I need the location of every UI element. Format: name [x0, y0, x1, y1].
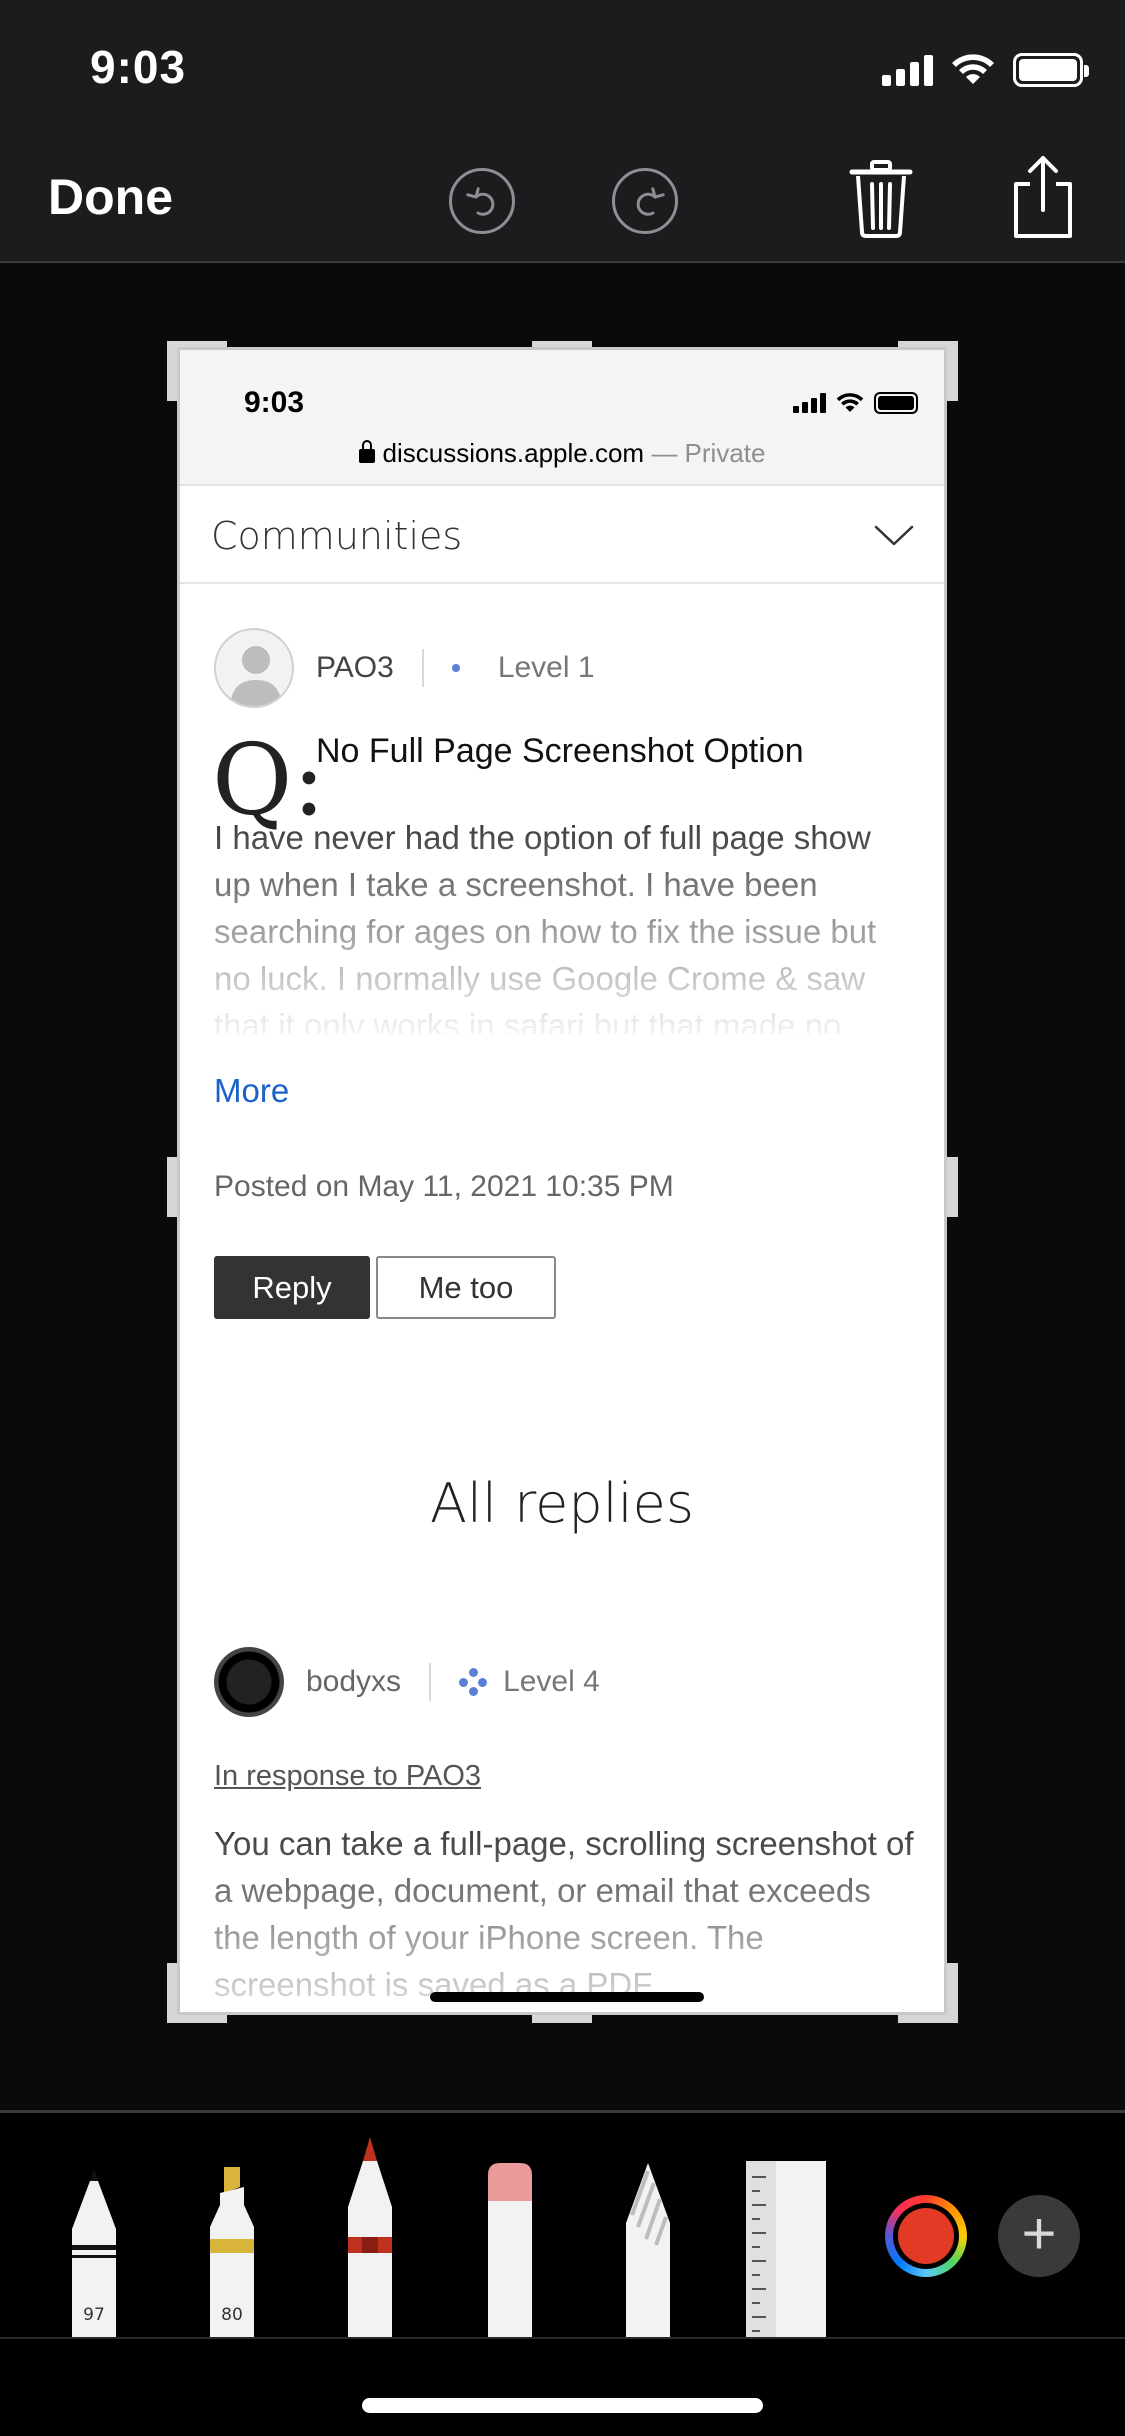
color-picker-button[interactable]: [885, 2195, 967, 2277]
chevron-down-icon: [874, 525, 914, 546]
home-indicator: [362, 2398, 763, 2413]
wifi-icon: [952, 54, 994, 84]
marker-width-label: 80: [221, 2305, 243, 2325]
me-too-button[interactable]: Me too: [376, 1256, 556, 1319]
lasso-tool[interactable]: [622, 2161, 674, 2337]
avatar: [214, 628, 294, 708]
question-author-row: PAO3 Level 1: [214, 628, 595, 708]
screenshot-status-bar: 9:03 discussions.apple.com — Private: [180, 350, 944, 486]
level-1-icon: [451, 664, 460, 672]
add-button[interactable]: +: [998, 2195, 1080, 2277]
url-bar: discussions.apple.com — Private: [180, 438, 944, 469]
divider: [421, 649, 424, 687]
avatar: [214, 1647, 284, 1717]
screenshot-status-icons: [793, 392, 918, 414]
share-icon: [1014, 156, 1072, 238]
in-response-link[interactable]: In response to PAO3: [214, 1760, 481, 1793]
reply-author-row: bodyxs Level 4: [214, 1646, 600, 1718]
marker-tool[interactable]: 80: [206, 2165, 258, 2337]
question-author-level: Level 1: [497, 651, 595, 684]
status-icons: [882, 50, 1089, 90]
share-button[interactable]: [1010, 154, 1076, 240]
reply-author-level: Level 4: [503, 1665, 600, 1698]
tool-palette: 97 80 +: [0, 2110, 1125, 2436]
level-4-icon: [459, 1668, 488, 1696]
question-body: I have never had the option of full page…: [214, 819, 877, 1034]
url-text: discussions.apple.com: [382, 438, 645, 468]
pen-width-label: 97: [83, 2305, 105, 2325]
cellular-signal-icon: [882, 54, 933, 86]
question-author-name: PAO3: [316, 651, 394, 684]
ruler-icon: [746, 2161, 826, 2337]
pencil-tool[interactable]: [344, 2137, 396, 2337]
done-button[interactable]: Done: [48, 168, 173, 226]
screenshot-status-time: 9:03: [244, 386, 305, 419]
battery-icon: [1013, 53, 1089, 87]
pencil-icon: [348, 2137, 392, 2337]
lasso-icon: [626, 2163, 670, 2337]
screenshot-home-indicator: [430, 1992, 704, 2002]
divider: [429, 1663, 432, 1701]
redo-button[interactable]: [612, 168, 678, 234]
reply-author-name: bodyxs: [306, 1665, 402, 1698]
cellular-signal-icon: [793, 393, 826, 413]
question-title: No Full Page Screenshot Option: [316, 732, 804, 770]
communities-header: Communities: [180, 488, 944, 584]
trash-icon: [849, 160, 913, 238]
wifi-icon: [836, 393, 864, 412]
status-time: 9:03: [90, 41, 187, 93]
person-icon: [230, 646, 282, 706]
eraser-icon: [488, 2163, 532, 2337]
all-replies-heading: All replies: [430, 1472, 694, 1535]
private-label: — Private: [644, 438, 766, 468]
posted-date: Posted on May 11, 2021 10:35 PM: [214, 1170, 674, 1203]
markup-toolbar: Done: [0, 140, 1125, 263]
redo-icon: [636, 187, 665, 216]
reply-body: You can take a full-page, scrolling scre…: [214, 1825, 914, 2003]
more-link[interactable]: More: [214, 1072, 289, 1110]
pen-tool[interactable]: 97: [68, 2167, 120, 2337]
reply-button[interactable]: Reply: [214, 1256, 370, 1319]
ruler-tool[interactable]: [746, 2161, 826, 2337]
status-bar: 9:03: [0, 0, 1125, 140]
screenshot-preview[interactable]: 9:03 discussions.apple.com — Private Com…: [177, 347, 947, 2015]
lock-icon: [358, 440, 375, 463]
undo-button[interactable]: [449, 168, 515, 234]
tool-row: 97 80 +: [0, 2113, 1125, 2339]
communities-label: Communities: [211, 514, 463, 558]
eraser-tool[interactable]: [484, 2161, 536, 2337]
battery-icon: [874, 392, 918, 414]
undo-icon: [466, 187, 495, 216]
delete-button[interactable]: [848, 158, 914, 238]
